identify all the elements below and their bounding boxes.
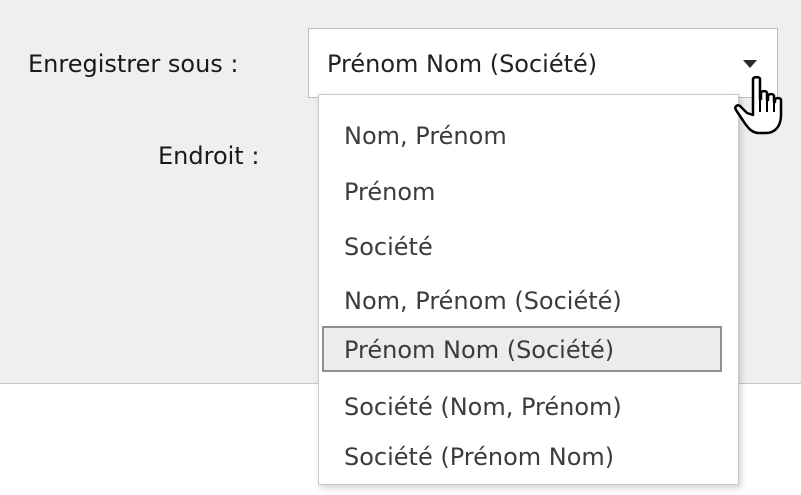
dropdown-option-nom-prenom-societe[interactable]: Nom, Prénom (Société) xyxy=(322,279,722,325)
dropdown-option-societe-nom-prenom[interactable]: Société (Nom, Prénom) xyxy=(322,385,722,431)
dropdown-option-nom-prenom[interactable]: Nom, Prénom xyxy=(322,114,722,160)
save-as-dropdown-list: Nom, Prénom Prénom Société Nom, Prénom (… xyxy=(318,94,739,485)
location-label: Endroit : xyxy=(158,142,260,170)
chevron-down-icon[interactable] xyxy=(743,60,757,68)
dropdown-option-prenom[interactable]: Prénom xyxy=(322,170,722,216)
dropdown-option-societe-prenom-nom[interactable]: Société (Prénom Nom) xyxy=(322,435,722,481)
save-as-label: Enregistrer sous : xyxy=(28,50,239,78)
save-as-selected-value: Prénom Nom (Société) xyxy=(327,50,598,78)
dropdown-option-societe[interactable]: Société xyxy=(322,225,722,271)
save-as-select[interactable]: Prénom Nom (Société) xyxy=(308,28,778,98)
dropdown-option-prenom-nom-societe[interactable]: Prénom Nom (Société) xyxy=(322,326,722,372)
